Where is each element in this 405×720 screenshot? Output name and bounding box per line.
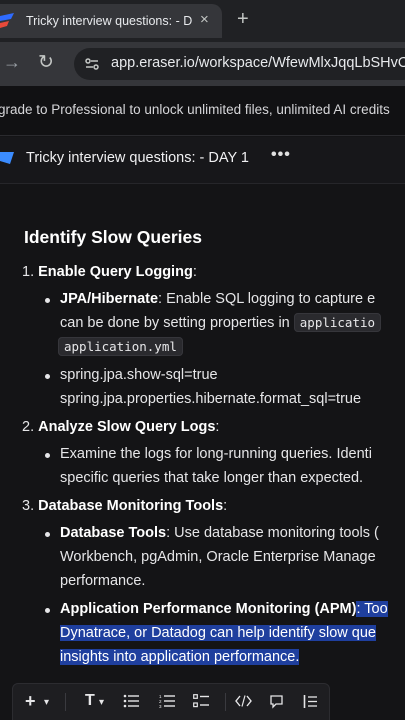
bullet-text: specific queries that take longer than e… [60, 470, 364, 486]
text-style-caret-icon[interactable]: ▾ [99, 694, 104, 712]
selected-text: : Too [356, 601, 388, 617]
bullet-icon [45, 453, 50, 458]
inline-code: applicatio [293, 313, 382, 332]
document-content[interactable]: Identify Slow Queries 1. Enable Query Lo… [0, 184, 405, 679]
selected-text: Dynatrace, or Datadog can help identify … [60, 625, 376, 641]
list-item: 1. Enable Query Logging: [22, 264, 197, 280]
browser-tab[interactable]: Tricky interview questions: - DA × [0, 4, 222, 38]
browser-toolbar: → ↻ app.eraser.io/workspace/WfewMlxJqqLb… [0, 42, 405, 86]
forward-icon[interactable]: → [3, 52, 21, 73]
bullet-text: Application Performance Monitoring (APM)… [60, 601, 388, 617]
list-item-colon: : [215, 419, 220, 435]
quote-block-icon[interactable] [303, 694, 318, 709]
bullet-text: JPA/Hibernate: Enable SQL logging to cap… [60, 291, 375, 307]
list-item-title: Analyze Slow Query Logs [38, 419, 216, 435]
tab-close-icon[interactable]: × [200, 12, 209, 28]
add-block-caret-icon[interactable]: ▾ [44, 694, 49, 712]
list-item-colon: : [223, 498, 228, 514]
bullet-text: Database Tools: Use database monitoring … [60, 525, 379, 541]
list-item-colon: : [192, 264, 197, 280]
divider [225, 693, 226, 711]
svg-text:3: 3 [159, 704, 162, 708]
bullet-text-line: can be done by setting properties in [60, 315, 290, 331]
text-style-button[interactable]: T [85, 692, 95, 710]
inline-code: application.yml [58, 337, 183, 356]
list-number: 1. [22, 264, 35, 280]
list-item-title: Database Monitoring Tools [38, 498, 224, 514]
bullet-label: Database Tools [60, 525, 167, 541]
list-item: 2. Analyze Slow Query Logs: [22, 419, 219, 435]
upgrade-banner-text: grade to Professional to unlock unlimite… [0, 102, 390, 117]
checklist-icon[interactable] [193, 694, 210, 708]
eraser-logo-icon [0, 13, 14, 28]
bullet-text: Examine the logs for long-running querie… [60, 446, 372, 462]
bullet-text: performance. [60, 573, 146, 589]
list-item: 3. Database Monitoring Tools: [22, 498, 227, 514]
bullet-label: Application Performance Monitoring (APM) [60, 601, 357, 617]
url-text: app.eraser.io/workspace/WfewMlxJqqLbSHvO… [111, 55, 405, 71]
upgrade-banner[interactable]: grade to Professional to unlock unlimite… [0, 86, 405, 136]
bullet-icon [45, 532, 50, 537]
divider [65, 693, 66, 711]
list-item-title: Enable Query Logging [38, 264, 193, 280]
list-number: 2. [22, 419, 35, 435]
bullet-text-line: : Enable SQL logging to capture e [158, 291, 376, 307]
document-header: Tricky interview questions: - DAY 1 ••• [0, 137, 405, 184]
bullet-icon [45, 374, 50, 379]
add-block-button[interactable]: + [25, 692, 36, 710]
reload-icon[interactable]: ↻ [38, 51, 54, 74]
bullet-text: Dynatrace, or Datadog can help identify … [60, 625, 376, 641]
list-number: 3. [22, 498, 35, 514]
bullet-text: spring.jpa.properties.hibernate.format_s… [60, 391, 362, 407]
address-bar[interactable]: app.eraser.io/workspace/WfewMlxJqqLbSHvO… [74, 48, 405, 80]
bullet-text: Workbench, pgAdmin, Oracle Enterprise Ma… [60, 549, 376, 565]
more-options-icon[interactable]: ••• [271, 146, 291, 164]
bullet-text: spring.jpa.show-sql=true [60, 367, 218, 383]
bullet-icon [45, 298, 50, 303]
selected-text: insights into application performance. [60, 649, 300, 665]
bullet-text: insights into application performance. [60, 649, 300, 665]
bullet-text: application.yml [58, 337, 183, 356]
section-heading: Identify Slow Queries [24, 227, 202, 247]
site-info-icon[interactable] [84, 56, 100, 72]
bullet-list-icon[interactable] [123, 694, 140, 708]
bullet-icon [45, 608, 50, 613]
document-title[interactable]: Tricky interview questions: - DAY 1 [26, 150, 249, 166]
tab-title: Tricky interview questions: - DA [26, 14, 192, 28]
bullet-text-line: : Use database monitoring tools ( [166, 525, 379, 541]
bullet-label: JPA/Hibernate [60, 291, 159, 307]
numbered-list-icon[interactable]: 1 2 3 [159, 694, 176, 708]
new-tab-button[interactable]: + [237, 8, 249, 30]
bullet-text: can be done by setting properties in app… [60, 313, 382, 332]
code-icon[interactable] [235, 695, 252, 707]
formatting-toolbar: + ▾ T ▾ 1 2 3 [12, 683, 330, 720]
browser-tab-strip: Tricky interview questions: - DA × + [0, 0, 405, 42]
document-icon [0, 152, 14, 164]
callout-icon[interactable] [269, 694, 284, 709]
